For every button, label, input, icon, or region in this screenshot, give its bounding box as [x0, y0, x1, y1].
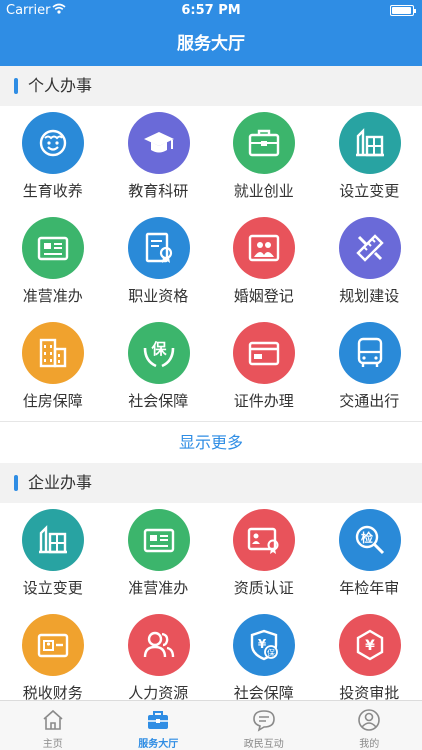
tab-label: 我的 — [359, 739, 380, 750]
personal-service-item[interactable]: 生育收养 — [0, 106, 106, 211]
enterprise-service-item-label: 人力资源 — [128, 684, 189, 700]
personal-service-item[interactable]: 婚姻登记 — [211, 211, 317, 316]
service-scroll-area[interactable]: 个人办事 生育收养 教育科研 就业创业 设立变更 准营准办 职业资格 婚姻登记 规划建设 住房保… — [0, 66, 422, 700]
enterprise-service-item-label: 税收财务 — [22, 684, 83, 700]
svg-text:¥: ¥ — [365, 638, 375, 654]
enterprise-service-item[interactable]: 设立变更 — [0, 503, 106, 608]
tab-briefcase-tab[interactable]: 服务大厅 — [106, 701, 212, 750]
personal-service-item-label: 住房保障 — [22, 392, 83, 410]
page-title: 服务大厅 — [177, 34, 245, 54]
clock: 6:57 PM — [181, 3, 241, 18]
personal-service-item[interactable]: 就业创业 — [211, 106, 317, 211]
enterprise-service-item-label: 资质认证 — [233, 579, 294, 597]
tab-label: 政民互动 — [243, 739, 284, 750]
graduation-cap-icon — [127, 112, 190, 174]
personal-service-item[interactable]: 教育科研 — [106, 106, 212, 211]
enterprise-service-item-label: 设立变更 — [22, 579, 83, 597]
enterprise-service-item[interactable]: 人力资源 — [106, 608, 212, 700]
enterprise-service-item-label: 社会保障 — [233, 684, 294, 700]
yuan-hexagon-icon: ¥ — [338, 614, 401, 676]
chat-bubble-icon — [252, 708, 276, 732]
personal-service-item[interactable]: 职业资格 — [106, 211, 212, 316]
couple-photo-icon — [233, 217, 295, 279]
hands-protect-icon: 保 — [127, 322, 190, 384]
enterprise-service-item[interactable]: ¥ 保社会保障 — [211, 608, 317, 700]
tab-home[interactable]: 主页 — [0, 701, 106, 750]
enterprise-service-item[interactable]: 准营准办 — [106, 503, 212, 608]
section-title: 企业办事 — [28, 473, 93, 492]
baby-face-icon — [22, 112, 84, 174]
svg-text:保: 保 — [267, 648, 275, 658]
tab-label: 服务大厅 — [138, 739, 179, 750]
personal-service-item[interactable]: 规划建设 — [317, 211, 422, 316]
personal-service-item-label: 生育收养 — [22, 182, 83, 200]
enterprise-service-item-label: 投资审批 — [339, 684, 400, 700]
status-bar: Carrier 6:57 PM — [0, 0, 422, 22]
section-accent-bar — [14, 78, 18, 94]
people-icon — [127, 614, 190, 676]
briefcase-icon — [233, 112, 295, 174]
personal-service-item-label: 教育科研 — [128, 182, 189, 200]
ruler-pencil-icon — [338, 217, 401, 279]
personal-service-item-label: 交通出行 — [339, 392, 400, 410]
enterprise-service-item[interactable]: 资质认证 — [211, 503, 317, 608]
personal-service-item[interactable]: 保社会保障 — [106, 316, 212, 421]
license-card-icon — [127, 509, 190, 571]
personal-service-item-label: 证件办理 — [233, 392, 294, 410]
enterprise-service-item[interactable]: 税收财务 — [0, 608, 106, 700]
certificate-icon — [127, 217, 190, 279]
section-title: 个人办事 — [28, 76, 93, 95]
yuan-shield-icon: ¥ 保 — [233, 614, 295, 676]
tab-bar: 主页 服务大厅 政民互动 我的 — [0, 700, 422, 750]
personal-service-item[interactable]: 设立变更 — [317, 106, 422, 211]
building-setup-icon — [22, 509, 84, 571]
building-icon — [22, 322, 84, 384]
personal-service-item-label: 职业资格 — [128, 287, 189, 305]
personal-service-item[interactable]: 住房保障 — [0, 316, 106, 421]
personal-service-item[interactable]: 证件办理 — [211, 316, 317, 421]
personal-service-item[interactable]: 准营准办 — [0, 211, 106, 316]
svg-text:保: 保 — [150, 340, 167, 358]
svg-text:检: 检 — [360, 530, 372, 545]
tab-label: 主页 — [42, 739, 63, 750]
briefcase-tab-icon — [146, 708, 170, 732]
enterprise-service-item[interactable]: ¥ 投资审批 — [317, 608, 422, 700]
battery-icon — [390, 5, 416, 16]
qualification-card-icon — [233, 509, 295, 571]
navigation-bar: 服务大厅 — [0, 22, 422, 66]
personal-service-item-label: 就业创业 — [233, 182, 294, 200]
personal-service-item-label: 婚姻登记 — [233, 287, 294, 305]
tab-chat-bubble[interactable]: 政民互动 — [211, 701, 317, 750]
building-setup-icon — [338, 112, 401, 174]
personal-service-item-label: 规划建设 — [339, 287, 400, 305]
section-header-enterprise: 企业办事 — [0, 463, 422, 503]
section-accent-bar — [14, 475, 18, 491]
license-card-icon — [22, 217, 84, 279]
user-profile-icon — [357, 708, 381, 732]
personal-service-grid: 生育收养 教育科研 就业创业 设立变更准营准办 职业资格 婚姻登记 规划建设住房保障 保社会保… — [0, 106, 422, 421]
enterprise-service-grid: 设立变更 准营准办 资质认证 检年检年审 税收财务 人力资源 ¥ 保社会保障 ¥ 投资审批 — [0, 503, 422, 700]
section-header-personal: 个人办事 — [0, 66, 422, 106]
enterprise-service-item-label: 准营准办 — [128, 579, 189, 597]
home-icon — [41, 708, 65, 732]
personal-service-item[interactable]: 交通出行 — [317, 316, 422, 421]
tab-user-profile[interactable]: 我的 — [317, 701, 422, 750]
enterprise-service-item[interactable]: 检年检年审 — [317, 503, 422, 608]
personal-service-item-label: 社会保障 — [128, 392, 189, 410]
enterprise-service-item-label: 年检年审 — [339, 579, 400, 597]
personal-service-item-label: 设立变更 — [339, 182, 400, 200]
tax-card-icon — [22, 614, 84, 676]
id-card-icon — [233, 322, 295, 384]
inspection-search-icon: 检 — [338, 509, 401, 571]
personal-service-item-label: 准营准办 — [22, 287, 83, 305]
bus-icon — [338, 322, 401, 384]
show-more-button[interactable]: 显示更多 — [0, 421, 422, 463]
